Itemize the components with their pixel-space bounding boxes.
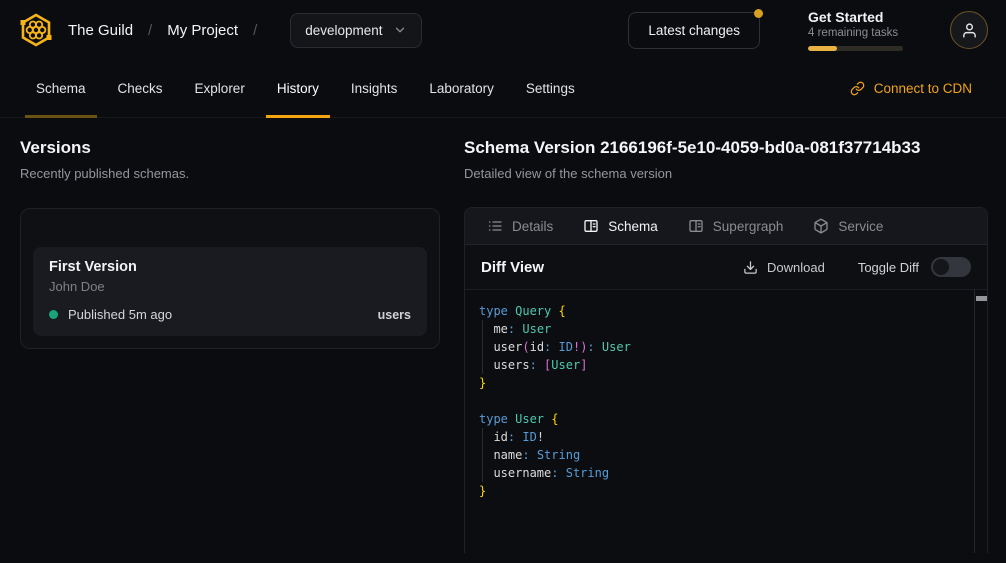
- code-line: id: ID!: [479, 428, 967, 446]
- versions-title: Versions: [20, 138, 440, 158]
- tab-underline: [418, 115, 505, 118]
- get-started-subtitle: 4 remaining tasks: [808, 27, 904, 39]
- environment-selector[interactable]: development: [290, 13, 421, 48]
- columns-icon: [583, 218, 599, 234]
- toggle-diff-switch[interactable]: [931, 257, 971, 277]
- code-line: name: String: [479, 446, 967, 464]
- tab-schema[interactable]: Schema: [25, 60, 97, 117]
- tab-underline: [184, 115, 256, 118]
- header: The Guild / My Project / development Lat…: [0, 0, 1006, 60]
- tab-service[interactable]: Service: [813, 218, 883, 234]
- get-started-widget[interactable]: Get Started 4 remaining tasks: [808, 9, 904, 51]
- code-line: users: [User]: [479, 356, 967, 374]
- latest-changes-button[interactable]: Latest changes: [628, 12, 760, 49]
- version-meta-row: Published 5m ago users: [49, 307, 411, 322]
- versions-panel: Versions Recently published schemas. Fir…: [20, 138, 440, 349]
- breadcrumb-separator: /: [253, 22, 257, 39]
- versions-subtitle: Recently published schemas.: [20, 166, 440, 181]
- schema-detail-card: Details Schema Supergraph Service Diff V…: [464, 207, 988, 553]
- progress-fill: [808, 46, 837, 51]
- breadcrumb-separator: /: [148, 22, 152, 39]
- chevron-down-icon: [393, 23, 407, 37]
- scrollbar-thumb[interactable]: [976, 296, 987, 301]
- app-window: The Guild / My Project / development Lat…: [0, 0, 1006, 563]
- schema-version-title: Schema Version 2166196f-5e10-4059-bd0a-0…: [464, 138, 988, 158]
- code-line: user(id: ID!): User: [479, 338, 967, 356]
- schema-detail-tabs: Details Schema Supergraph Service: [465, 208, 987, 245]
- tab-underline: [266, 115, 330, 118]
- latest-changes-label: Latest changes: [648, 23, 740, 38]
- get-started-title: Get Started: [808, 9, 904, 25]
- toggle-diff-label: Toggle Diff: [858, 260, 919, 275]
- tab-insights[interactable]: Insights: [340, 60, 409, 117]
- tab-history[interactable]: History: [266, 60, 330, 117]
- main-nav: Schema Checks Explorer History Insights …: [0, 60, 1006, 118]
- code-line: type User {: [479, 410, 967, 428]
- version-list-item[interactable]: First Version John Doe Published 5m ago …: [33, 247, 427, 336]
- breadcrumb-project[interactable]: My Project: [167, 22, 238, 39]
- notification-dot: [754, 9, 763, 18]
- code-lines: type Query { me: User user(id: ID!): Use…: [479, 302, 967, 500]
- version-name: First Version: [49, 259, 411, 275]
- user-avatar[interactable]: [950, 11, 988, 49]
- environment-selector-value: development: [305, 23, 382, 38]
- tab-label: History: [277, 81, 319, 96]
- code-line: type Query {: [479, 302, 967, 320]
- cube-icon: [813, 218, 829, 234]
- diff-toolbar-actions: Download Toggle Diff: [743, 257, 971, 277]
- download-label: Download: [767, 260, 825, 275]
- tab-underline: [25, 115, 97, 118]
- download-icon: [743, 260, 758, 275]
- tab-label: Insights: [351, 81, 398, 96]
- schema-version-panel: Schema Version 2166196f-5e10-4059-bd0a-0…: [464, 138, 988, 553]
- schema-version-subtitle: Detailed view of the schema version: [464, 166, 988, 181]
- tab-schema-view[interactable]: Schema: [583, 218, 658, 234]
- get-started-progressbar: [808, 46, 903, 51]
- code-line: }: [479, 482, 967, 500]
- diff-view-title: Diff View: [481, 259, 544, 276]
- tab-supergraph[interactable]: Supergraph: [688, 218, 784, 234]
- published-dot-icon: [49, 310, 58, 319]
- code-line: }: [479, 374, 967, 392]
- version-service-badge: users: [378, 308, 411, 322]
- tab-laboratory[interactable]: Laboratory: [418, 60, 505, 117]
- diff-view-toolbar: Diff View Download Toggle Diff: [465, 245, 987, 290]
- tab-label: Service: [838, 219, 883, 234]
- tab-underline: [340, 115, 409, 118]
- tab-underline: [107, 115, 174, 118]
- tab-details[interactable]: Details: [487, 218, 553, 234]
- guild-logo-icon[interactable]: [18, 12, 54, 48]
- list-icon: [487, 218, 503, 234]
- tab-label: Settings: [526, 81, 575, 96]
- user-icon: [961, 22, 978, 39]
- tab-label: Supergraph: [713, 219, 784, 234]
- tab-label: Details: [512, 219, 553, 234]
- editor-scrollbar[interactable]: [974, 290, 987, 553]
- code-line: me: User: [479, 320, 967, 338]
- tab-label: Laboratory: [429, 81, 494, 96]
- tab-label: Checks: [118, 81, 163, 96]
- tab-underline: [515, 115, 586, 118]
- link-icon: [850, 81, 865, 96]
- breadcrumb-org[interactable]: The Guild: [68, 22, 133, 39]
- toggle-knob: [933, 259, 949, 275]
- connect-to-cdn-link[interactable]: Connect to CDN: [850, 60, 972, 117]
- version-author: John Doe: [49, 279, 411, 294]
- download-button[interactable]: Download: [743, 260, 825, 275]
- connect-to-cdn-label: Connect to CDN: [874, 81, 972, 96]
- version-status: Published 5m ago: [68, 307, 172, 322]
- code-line: [479, 392, 967, 410]
- code-line: username: String: [479, 464, 967, 482]
- tab-explorer[interactable]: Explorer: [184, 60, 256, 117]
- versions-list: First Version John Doe Published 5m ago …: [20, 208, 440, 349]
- tab-settings[interactable]: Settings: [515, 60, 586, 117]
- tab-label: Schema: [36, 81, 86, 96]
- columns-icon: [688, 218, 704, 234]
- schema-code-editor[interactable]: type Query { me: User user(id: ID!): Use…: [465, 290, 987, 553]
- tab-checks[interactable]: Checks: [107, 60, 174, 117]
- tab-label: Schema: [608, 219, 658, 234]
- tab-label: Explorer: [195, 81, 245, 96]
